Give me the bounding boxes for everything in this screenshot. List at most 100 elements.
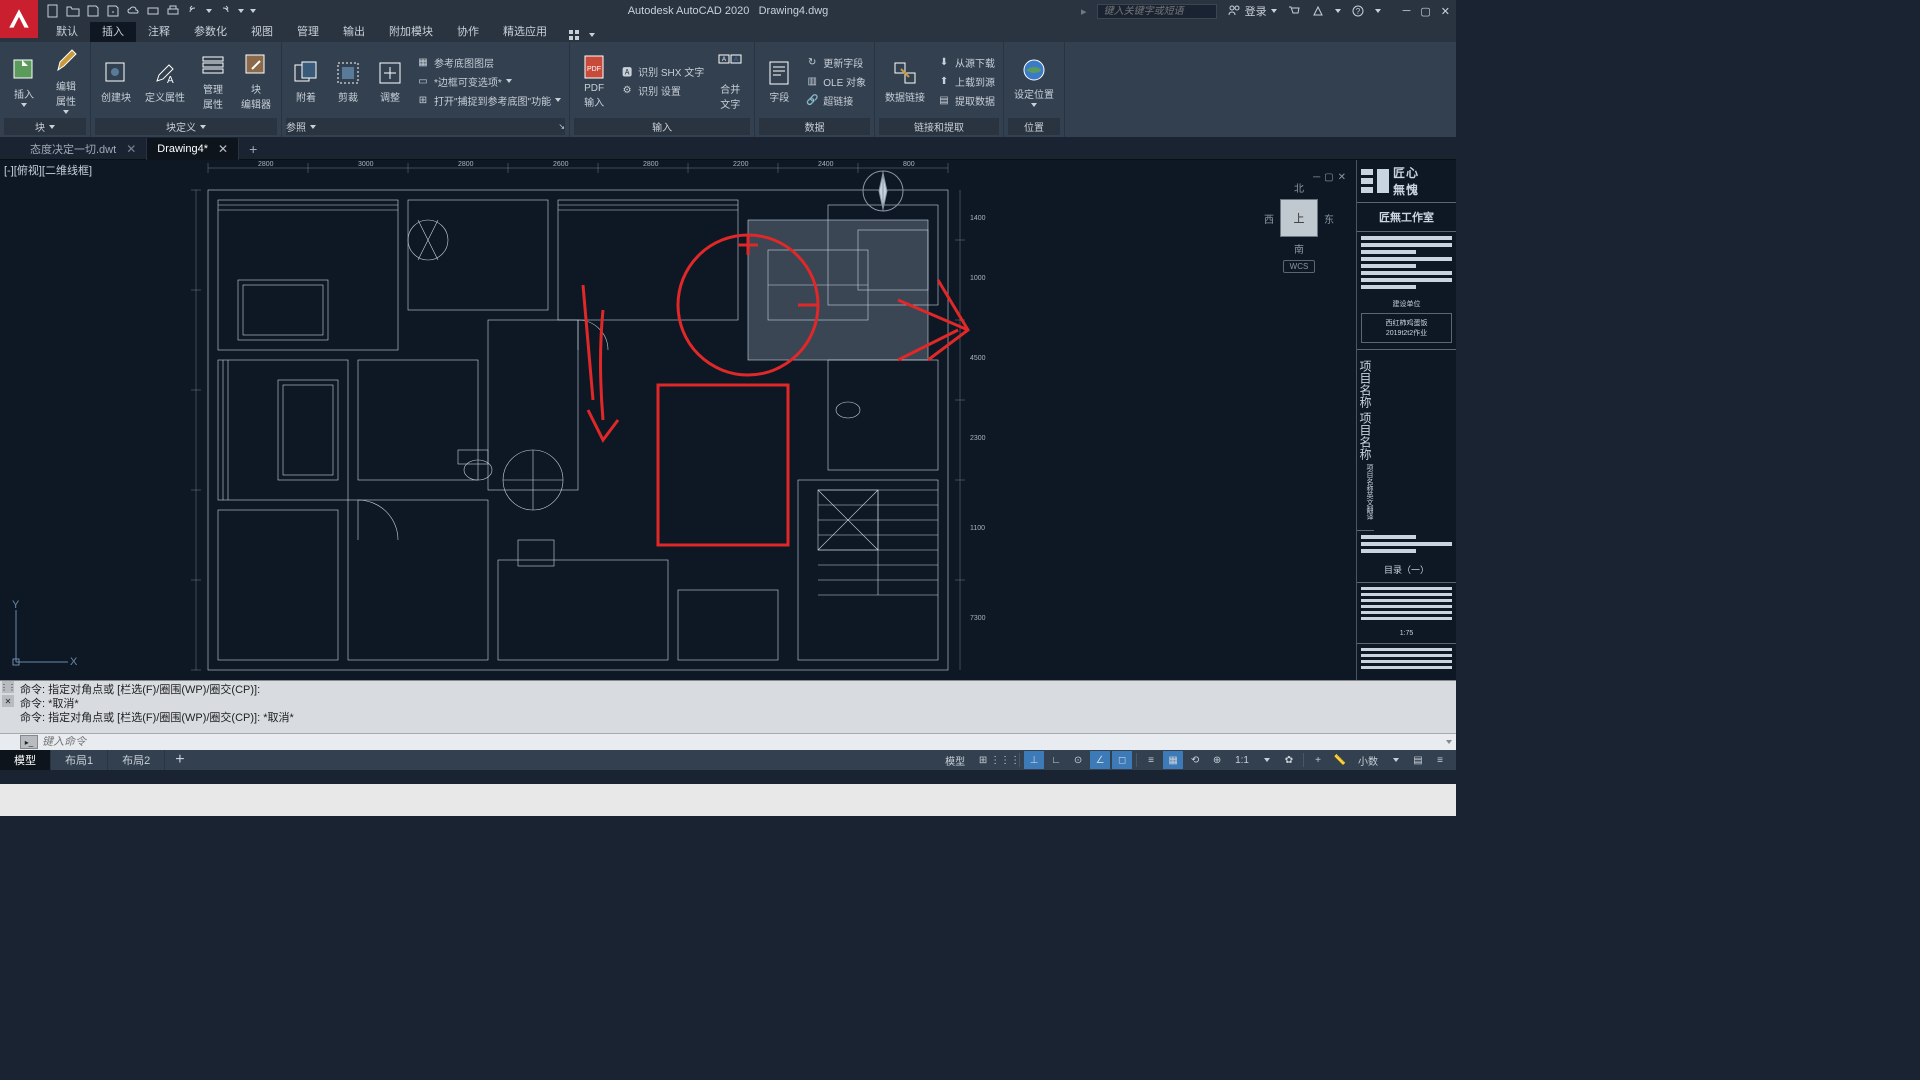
ole-object-button[interactable]: ▥OLE 对象 — [801, 73, 870, 90]
cmd-handle-icon[interactable]: ⋮⋮ — [2, 681, 14, 693]
status-scale[interactable]: 1:1 — [1229, 755, 1255, 766]
menu-tab-2[interactable]: 注释 — [136, 20, 182, 42]
redo-icon[interactable] — [218, 4, 232, 18]
transparency-icon[interactable]: ▦ — [1163, 751, 1183, 769]
dialog-launcher-icon[interactable]: ↘ — [558, 122, 565, 131]
menu-tab-0[interactable]: 默认 — [44, 20, 90, 42]
file-tab-0[interactable]: 态度决定一切.dwt✕ — [20, 138, 147, 160]
close-icon[interactable]: ✕ — [1441, 5, 1450, 18]
menu-tab-4[interactable]: 视图 — [239, 20, 285, 42]
lineweight-icon[interactable]: ≡ — [1141, 751, 1161, 769]
download-source-button[interactable]: ⬇从源下载 — [933, 54, 999, 71]
new-tab-button[interactable]: + — [239, 141, 267, 157]
cmd-history[interactable]: 命令: 指定对角点或 [栏选(F)/圈围(WP)/圈交(CP)]: 命令: *取… — [0, 681, 1456, 733]
save-icon[interactable] — [86, 4, 100, 18]
hyperlink-button[interactable]: 🔗超链接 — [801, 92, 870, 109]
attach-button[interactable]: 附着 — [286, 44, 326, 118]
set-location-button[interactable]: 设定位置 — [1008, 44, 1060, 118]
annotation-monitor-icon[interactable]: + — [1308, 751, 1328, 769]
snap-underlay-button[interactable]: ⊞打开"捕捉到参考底图"功能 — [412, 92, 565, 109]
new-icon[interactable] — [46, 4, 60, 18]
tab-close-button[interactable]: ✕ — [126, 142, 136, 156]
viewport-restore-icon[interactable]: ▢ — [1324, 172, 1333, 183]
layout-tab-0[interactable]: 模型 — [0, 750, 51, 770]
maximize-icon[interactable]: ▢ — [1420, 5, 1430, 18]
help-icon[interactable]: ? — [1351, 4, 1365, 18]
polar-icon[interactable]: ∟ — [1046, 751, 1066, 769]
block-editor-button[interactable]: 块 编辑器 — [235, 44, 277, 118]
update-field-button[interactable]: ↻更新字段 — [801, 54, 870, 71]
menu-tab-9[interactable]: 精选应用 — [491, 20, 559, 42]
file-tab-1[interactable]: Drawing4*✕ — [147, 138, 239, 160]
pdf-import-button[interactable]: PDFPDF 输入 — [574, 44, 614, 118]
a360-icon[interactable] — [1311, 4, 1325, 18]
drawing-viewport[interactable]: [-][俯视][二维线框] 28003000280026002800220024… — [0, 160, 1456, 680]
gear-icon[interactable]: ✿ — [1279, 751, 1299, 769]
scale-dropdown-icon[interactable] — [1257, 751, 1277, 769]
snap-icon[interactable]: ⋮⋮⋮ — [995, 751, 1015, 769]
units-icon[interactable]: 📏 — [1330, 751, 1350, 769]
nav-south[interactable]: 南 — [1294, 241, 1304, 256]
clip-button[interactable]: 剪裁 — [328, 44, 368, 118]
menu-tab-5[interactable]: 管理 — [285, 20, 331, 42]
nav-cube[interactable]: ─ ▢ ✕ 北 西 上 东 南 WCS — [1254, 180, 1344, 290]
cycling-icon[interactable]: ⟲ — [1185, 751, 1205, 769]
menu-tab-1[interactable]: 插入 — [90, 20, 136, 42]
print-icon[interactable] — [166, 4, 180, 18]
command-input[interactable] — [42, 736, 1444, 748]
cmd-close-button[interactable]: ✕ — [2, 695, 14, 707]
upload-source-button[interactable]: ⬆上载到源 — [933, 73, 999, 90]
redo-dropdown-icon[interactable] — [238, 9, 244, 13]
search-input[interactable] — [1097, 4, 1217, 19]
quickprops-icon[interactable]: ▤ — [1408, 751, 1428, 769]
viewport-close-icon[interactable]: ✕ — [1338, 172, 1346, 183]
nav-top-face[interactable]: 上 — [1280, 199, 1318, 237]
recognize-settings-button[interactable]: ⚙识别 设置 — [616, 82, 708, 99]
merge-text-button[interactable]: AA合并 文字 — [710, 44, 750, 118]
extract-data-button[interactable]: ▤提取数据 — [933, 92, 999, 109]
adjust-button[interactable]: 调整 — [370, 44, 410, 118]
3dosnap-icon[interactable]: ⊕ — [1207, 751, 1227, 769]
manage-attr-button[interactable]: 管理 属性 — [193, 44, 233, 118]
group-expand-icon[interactable] — [200, 125, 206, 129]
nav-east[interactable]: 东 — [1324, 211, 1334, 226]
tab-close-button[interactable]: ✕ — [218, 142, 228, 156]
plot-icon[interactable] — [146, 4, 160, 18]
isodraft-icon[interactable]: ⊙ — [1068, 751, 1088, 769]
nav-north[interactable]: 北 — [1294, 180, 1304, 195]
qat-customize-icon[interactable] — [250, 9, 256, 13]
viewport-minimize-icon[interactable]: ─ — [1313, 172, 1320, 183]
nav-west[interactable]: 西 — [1264, 211, 1274, 226]
wcs-badge[interactable]: WCS — [1283, 260, 1316, 273]
open-icon[interactable] — [66, 4, 80, 18]
menu-tab-7[interactable]: 附加模块 — [377, 20, 445, 42]
frames-vary-button[interactable]: ▭*边框可变选项* — [412, 73, 565, 90]
layout-tab-2[interactable]: 布局2 — [108, 750, 165, 770]
field-button[interactable]: 字段 — [759, 44, 799, 118]
login-button[interactable]: 登录 — [1227, 3, 1277, 19]
units-dropdown-icon[interactable] — [1386, 751, 1406, 769]
group-expand-icon[interactable] — [49, 125, 55, 129]
create-block-button[interactable]: 创建块 — [95, 44, 137, 118]
group-expand-icon[interactable] — [310, 125, 316, 129]
minimize-icon[interactable]: ─ — [1403, 5, 1411, 18]
featured-apps-icon[interactable] — [567, 28, 581, 42]
data-link-button[interactable]: 数据链接 — [879, 44, 931, 118]
menu-tab-8[interactable]: 协作 — [445, 20, 491, 42]
insert-button[interactable]: 插入 — [4, 44, 44, 118]
menu-tab-3[interactable]: 参数化 — [182, 20, 239, 42]
osnap-icon[interactable]: ◻ — [1112, 751, 1132, 769]
recognize-shx-button[interactable]: 🅰识别 SHX 文字 — [616, 63, 708, 80]
edit-attr-button[interactable]: 编辑 属性 — [46, 44, 86, 118]
viewport-label[interactable]: [-][俯视][二维线框] — [4, 162, 92, 178]
underlay-layers-button[interactable]: ▦参考底图图层 — [412, 54, 565, 71]
help-dropdown-icon[interactable] — [1375, 9, 1381, 13]
ortho-icon[interactable]: ⊥ — [1024, 751, 1044, 769]
saveas-icon[interactable] — [106, 4, 120, 18]
undo-dropdown-icon[interactable] — [206, 9, 212, 13]
undo-icon[interactable] — [186, 4, 200, 18]
define-attr-button[interactable]: A 定义属性 — [139, 44, 191, 118]
status-units[interactable]: 小数 — [1352, 753, 1384, 768]
cart-icon[interactable] — [1287, 4, 1301, 18]
app-logo[interactable] — [0, 0, 38, 38]
